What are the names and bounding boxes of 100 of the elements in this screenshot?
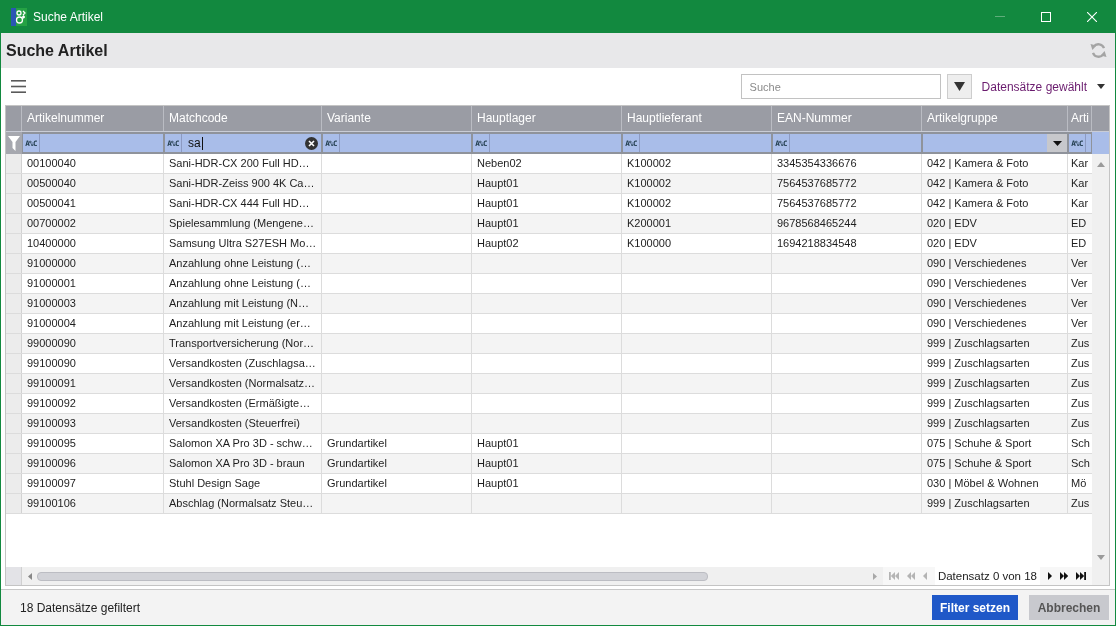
table-row[interactable]: 00700002 Spielesammlung (Mengene… Haupt01 K200001 9678568465244 020 | EDV ED xyxy=(6,214,1092,234)
table-cell-text: Sani-HDR-CX 444 Full HD… xyxy=(168,196,311,211)
close-icon[interactable] xyxy=(1087,11,1097,22)
table-cell-text: 075 | Schuhe & Sport xyxy=(926,456,1033,471)
row-selector[interactable] xyxy=(6,394,22,413)
row-selector[interactable] xyxy=(6,414,22,433)
table-row[interactable]: 10400000 Samsung Ultra S27ESH Mo… Haupt02 K100000 1694218834548 020 | EDV ED xyxy=(6,234,1092,254)
filter-dropdown-button[interactable] xyxy=(946,74,972,99)
table-cell-text: 10400000 xyxy=(26,236,77,251)
table-cell-text: 042 | Kamera & Foto xyxy=(926,196,1030,211)
table-cell-text: 9678568465244 xyxy=(776,216,858,231)
table-cell-text: 3345354336676 xyxy=(776,156,858,171)
search-field[interactable]: Suche xyxy=(740,74,941,99)
table-row[interactable]: 91000000 Anzahlung ohne Leistung (… 090 | Verschiedenes Ver xyxy=(6,254,1092,274)
menu-icon[interactable] xyxy=(11,80,26,93)
apply-filter-button[interactable]: Filter setzen xyxy=(931,595,1018,620)
skip-to-end-icon[interactable] xyxy=(1076,572,1086,580)
table-cell-text: Stuhl Design Sage xyxy=(168,476,262,491)
table-cell-text: Sch xyxy=(1070,436,1091,451)
table-row[interactable]: 91000003 Anzahlung mit Leistung (N… 090 | Verschiedenes Ver xyxy=(6,294,1092,314)
table-cell-text: Anzahlung mit Leistung (er… xyxy=(168,316,312,331)
table-cell-text: 7564537685772 xyxy=(776,176,858,191)
table-cell-text: 090 | Verschiedenes xyxy=(926,276,1028,291)
status-text: 18 Datensätze gefiltert xyxy=(20,600,142,615)
table-cell-text: 999 | Zuschlagsarten xyxy=(926,396,1031,411)
right-arrow-icon[interactable] xyxy=(1048,572,1052,580)
table-row[interactable]: 99100096 Salomon XA Pro 3D - braun Grundartikel Haupt01 075 | Schuhe & Sport Sch xyxy=(6,454,1092,474)
table-cell-text: 999 | Zuschlagsarten xyxy=(926,376,1031,391)
clear-icon[interactable] xyxy=(305,136,318,150)
table-cell-text: Zus xyxy=(1070,396,1091,411)
table-cell-text: Kar xyxy=(1070,176,1090,191)
table-cell-text: Transportversicherung (Nor… xyxy=(168,336,316,351)
row-selector[interactable] xyxy=(6,294,22,313)
row-selector[interactable] xyxy=(6,194,22,213)
table-cell-text: Haupt01 xyxy=(476,436,520,451)
vertical-scrollbar[interactable] xyxy=(1092,154,1109,567)
table-row[interactable]: 00500040 Sani-HDR-Zeiss 900 4K Ca… Haupt01 K100002 7564537685772 042 | Kamera & Foto Kar xyxy=(6,174,1092,194)
table-row[interactable]: 99100090 Versandkosten (Zuschlagsa… 999 | Zuschlagsarten Zus xyxy=(6,354,1092,374)
table-cell-text: 1694218834548 xyxy=(776,236,858,251)
table-row[interactable]: 99100091 Versandkosten (Normalsatz… 999 | Zuschlagsarten Zus xyxy=(6,374,1092,394)
table-cell-text: Sch xyxy=(1070,456,1091,471)
maximize-icon[interactable] xyxy=(1041,11,1051,22)
table-cell-text: Zus xyxy=(1070,496,1091,511)
scroll-down-icon[interactable] xyxy=(1096,555,1105,560)
table-cell-text: 99100093 xyxy=(26,416,77,431)
table-cell-text: ED xyxy=(1070,216,1088,231)
row-selector[interactable] xyxy=(6,374,22,393)
row-selector[interactable] xyxy=(6,434,22,453)
scroll-left-icon[interactable] xyxy=(28,572,32,580)
table-cell-text: 91000000 xyxy=(26,256,77,271)
row-selector[interactable] xyxy=(6,254,22,273)
scrollbar-thumb[interactable] xyxy=(37,571,708,581)
scroll-up-icon[interactable] xyxy=(1096,162,1105,167)
row-selector[interactable] xyxy=(6,274,22,293)
table-cell-text: Zus xyxy=(1070,356,1091,371)
table-row[interactable]: 99100093 Versandkosten (Steuerfrei) 999 | Zuschlagsarten Zus xyxy=(6,414,1092,434)
table-cell-text: K100000 xyxy=(626,236,673,251)
table-row[interactable]: 99100095 Salomon XA Pro 3D - schw… Grundartikel Haupt01 075 | Schuhe & Sport Sch xyxy=(6,434,1092,454)
row-selector[interactable] xyxy=(6,334,22,353)
table-row[interactable]: 99100106 Abschlag (Normalsatz Steu… 999 | Zuschlagsarten Zus xyxy=(6,494,1092,514)
scroll-right-icon[interactable] xyxy=(872,572,877,580)
table-row[interactable]: 00100040 Sani-HDR-CX 200 Full HD… Neben02 K100002 3345354336676 042 | Kamera & Foto Kar xyxy=(6,154,1092,174)
row-selector[interactable] xyxy=(6,494,22,513)
table-cell-text: 090 | Verschiedenes xyxy=(926,316,1028,331)
refresh-icon[interactable] xyxy=(1090,42,1107,59)
table-row[interactable]: 91000001 Anzahlung ohne Leistung (… 090 | Verschiedenes Ver xyxy=(6,274,1092,294)
table-cell-text: 99100095 xyxy=(26,436,77,451)
row-selector[interactable] xyxy=(6,234,22,253)
filter-icon[interactable] xyxy=(8,135,20,151)
table-cell-text: 91000001 xyxy=(26,276,77,291)
row-selector[interactable] xyxy=(6,474,22,493)
selection-menu[interactable]: Datensätze gewählt xyxy=(981,79,1105,94)
caret-icon[interactable] xyxy=(1052,140,1062,146)
table-cell-text: 99100096 xyxy=(26,456,77,471)
table-cell-text: 042 | Kamera & Foto xyxy=(926,176,1030,191)
row-selector[interactable] xyxy=(6,354,22,373)
table-row[interactable]: 99000090 Transportversicherung (Nor… 999 | Zuschlagsarten Zus xyxy=(6,334,1092,354)
table-cell-text: Ver xyxy=(1070,256,1089,271)
double-right-arrow-icon[interactable] xyxy=(1060,572,1068,580)
table-cell-text: K200001 xyxy=(626,216,673,231)
table-cell-text: Neben02 xyxy=(476,156,523,171)
cancel-button[interactable]: Abbrechen xyxy=(1029,595,1109,620)
table-cell-text: 91000004 xyxy=(26,316,77,331)
row-selector[interactable] xyxy=(6,154,22,173)
table-row[interactable]: 99100092 Versandkosten (Ermäßigte… 999 | Zuschlagsarten Zus xyxy=(6,394,1092,414)
row-selector[interactable] xyxy=(6,174,22,193)
table-row[interactable]: 99100097 Stuhl Design Sage Grundartikel Haupt01 030 | Möbel & Wohnen Mö xyxy=(6,474,1092,494)
window-title: Suche Artikel xyxy=(33,9,105,24)
table-cell-text: 00500040 xyxy=(26,176,77,191)
row-selector[interactable] xyxy=(6,314,22,333)
row-selector[interactable] xyxy=(6,454,22,473)
table-row[interactable]: 91000004 Anzahlung mit Leistung (er… 090 | Verschiedenes Ver xyxy=(6,314,1092,334)
table-cell-text: K100002 xyxy=(626,196,673,211)
page-title: Suche Artikel xyxy=(6,41,108,60)
table-cell-text: 042 | Kamera & Foto xyxy=(926,156,1030,171)
table-cell-text: Mö xyxy=(1070,476,1088,491)
table-cell-text: Spielesammlung (Mengene… xyxy=(168,216,315,231)
table-row[interactable]: 00500041 Sani-HDR-CX 444 Full HD… Haupt01 K100002 7564537685772 042 | Kamera & Foto Kar xyxy=(6,194,1092,214)
table-cell-text: Samsung Ultra S27ESH Mo… xyxy=(168,236,318,251)
row-selector[interactable] xyxy=(6,214,22,233)
